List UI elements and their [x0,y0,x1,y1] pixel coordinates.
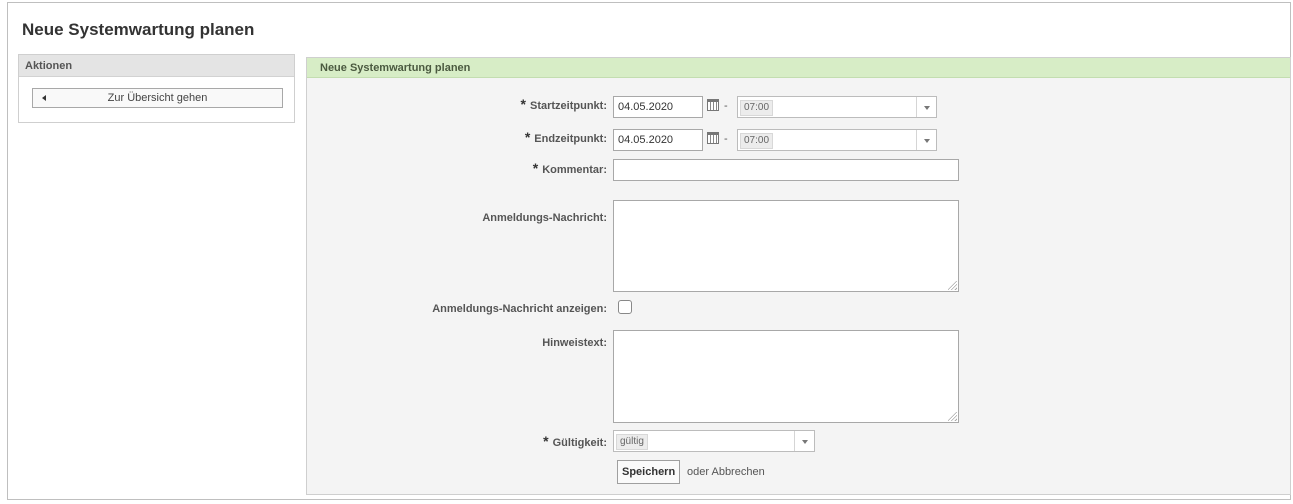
page-title: Neue Systemwartung planen [22,20,255,39]
start-label: * Startzeitpunkt: [520,96,607,112]
start-date-input[interactable]: 04.05.2020 [613,96,703,118]
required-mark: * [543,433,549,449]
or-cancel-text: oder Abbrechen [687,466,765,478]
show-login-message-label: Anmeldungs-Nachricht anzeigen: [432,303,607,315]
validity-select[interactable]: gültig [613,430,815,452]
show-login-message-checkbox[interactable] [618,300,632,314]
required-mark: * [520,96,526,112]
calendar-icon[interactable] [707,132,719,144]
panel-header: Neue Systemwartung planen [307,58,1290,78]
cancel-link[interactable]: Abbrechen [711,466,764,478]
login-message-label-box: Anmeldungs-Nachricht: [307,212,607,232]
start-time-value: 07:00 [740,100,774,116]
validity-value: gültig [616,434,648,450]
end-separator: - [724,133,728,145]
login-message-textarea[interactable] [613,200,959,292]
back-button-label: Zur Übersicht gehen [107,92,208,104]
or-text: oder [687,466,710,478]
chevron-down-icon [916,97,936,117]
notify-textarea[interactable] [613,330,959,423]
page-frame: Neue Systemwartung planen Aktionen Zur Ü… [7,2,1291,500]
chevron-down-icon [916,130,936,150]
end-label-box: * Endzeitpunkt: [307,129,607,149]
end-time-value: 07:00 [740,133,774,149]
login-message-label: Anmeldungs-Nachricht: [482,212,607,224]
start-separator: - [724,100,728,112]
end-date-input[interactable]: 04.05.2020 [613,129,703,151]
calendar-icon[interactable] [707,99,719,111]
comment-label: * Kommentar: [532,160,607,176]
back-to-overview-button[interactable]: Zur Übersicht gehen [32,88,283,108]
start-time-select[interactable]: 07:00 [737,96,937,118]
sidebar-header: Aktionen [19,55,294,77]
actions-sidebar: Aktionen Zur Übersicht gehen [18,54,295,123]
save-button[interactable]: Speichern [617,460,681,484]
arrow-left-icon [42,95,46,101]
end-time-select[interactable]: 07:00 [737,129,937,151]
chevron-down-icon [794,431,814,451]
required-mark: * [524,129,531,145]
comment-input[interactable] [613,159,959,181]
notify-label-box: Hinweistext: [307,337,607,357]
resize-grip-icon[interactable] [948,412,957,421]
resize-grip-icon[interactable] [948,281,957,290]
comment-label-box: * Kommentar: [307,160,607,180]
validity-label: * Gültigkeit: [543,433,607,449]
validity-label-box: * Gültigkeit: [307,433,607,453]
notify-label: Hinweistext: [542,337,607,349]
show-login-message-label-box: Anmeldungs-Nachricht anzeigen: [307,303,607,323]
end-label: * Endzeitpunkt: [524,129,607,145]
maintenance-form-panel: Neue Systemwartung planen * Startzeitpunk… [306,57,1291,495]
required-mark: * [532,160,539,176]
start-label-box: * Startzeitpunkt: [307,96,607,116]
